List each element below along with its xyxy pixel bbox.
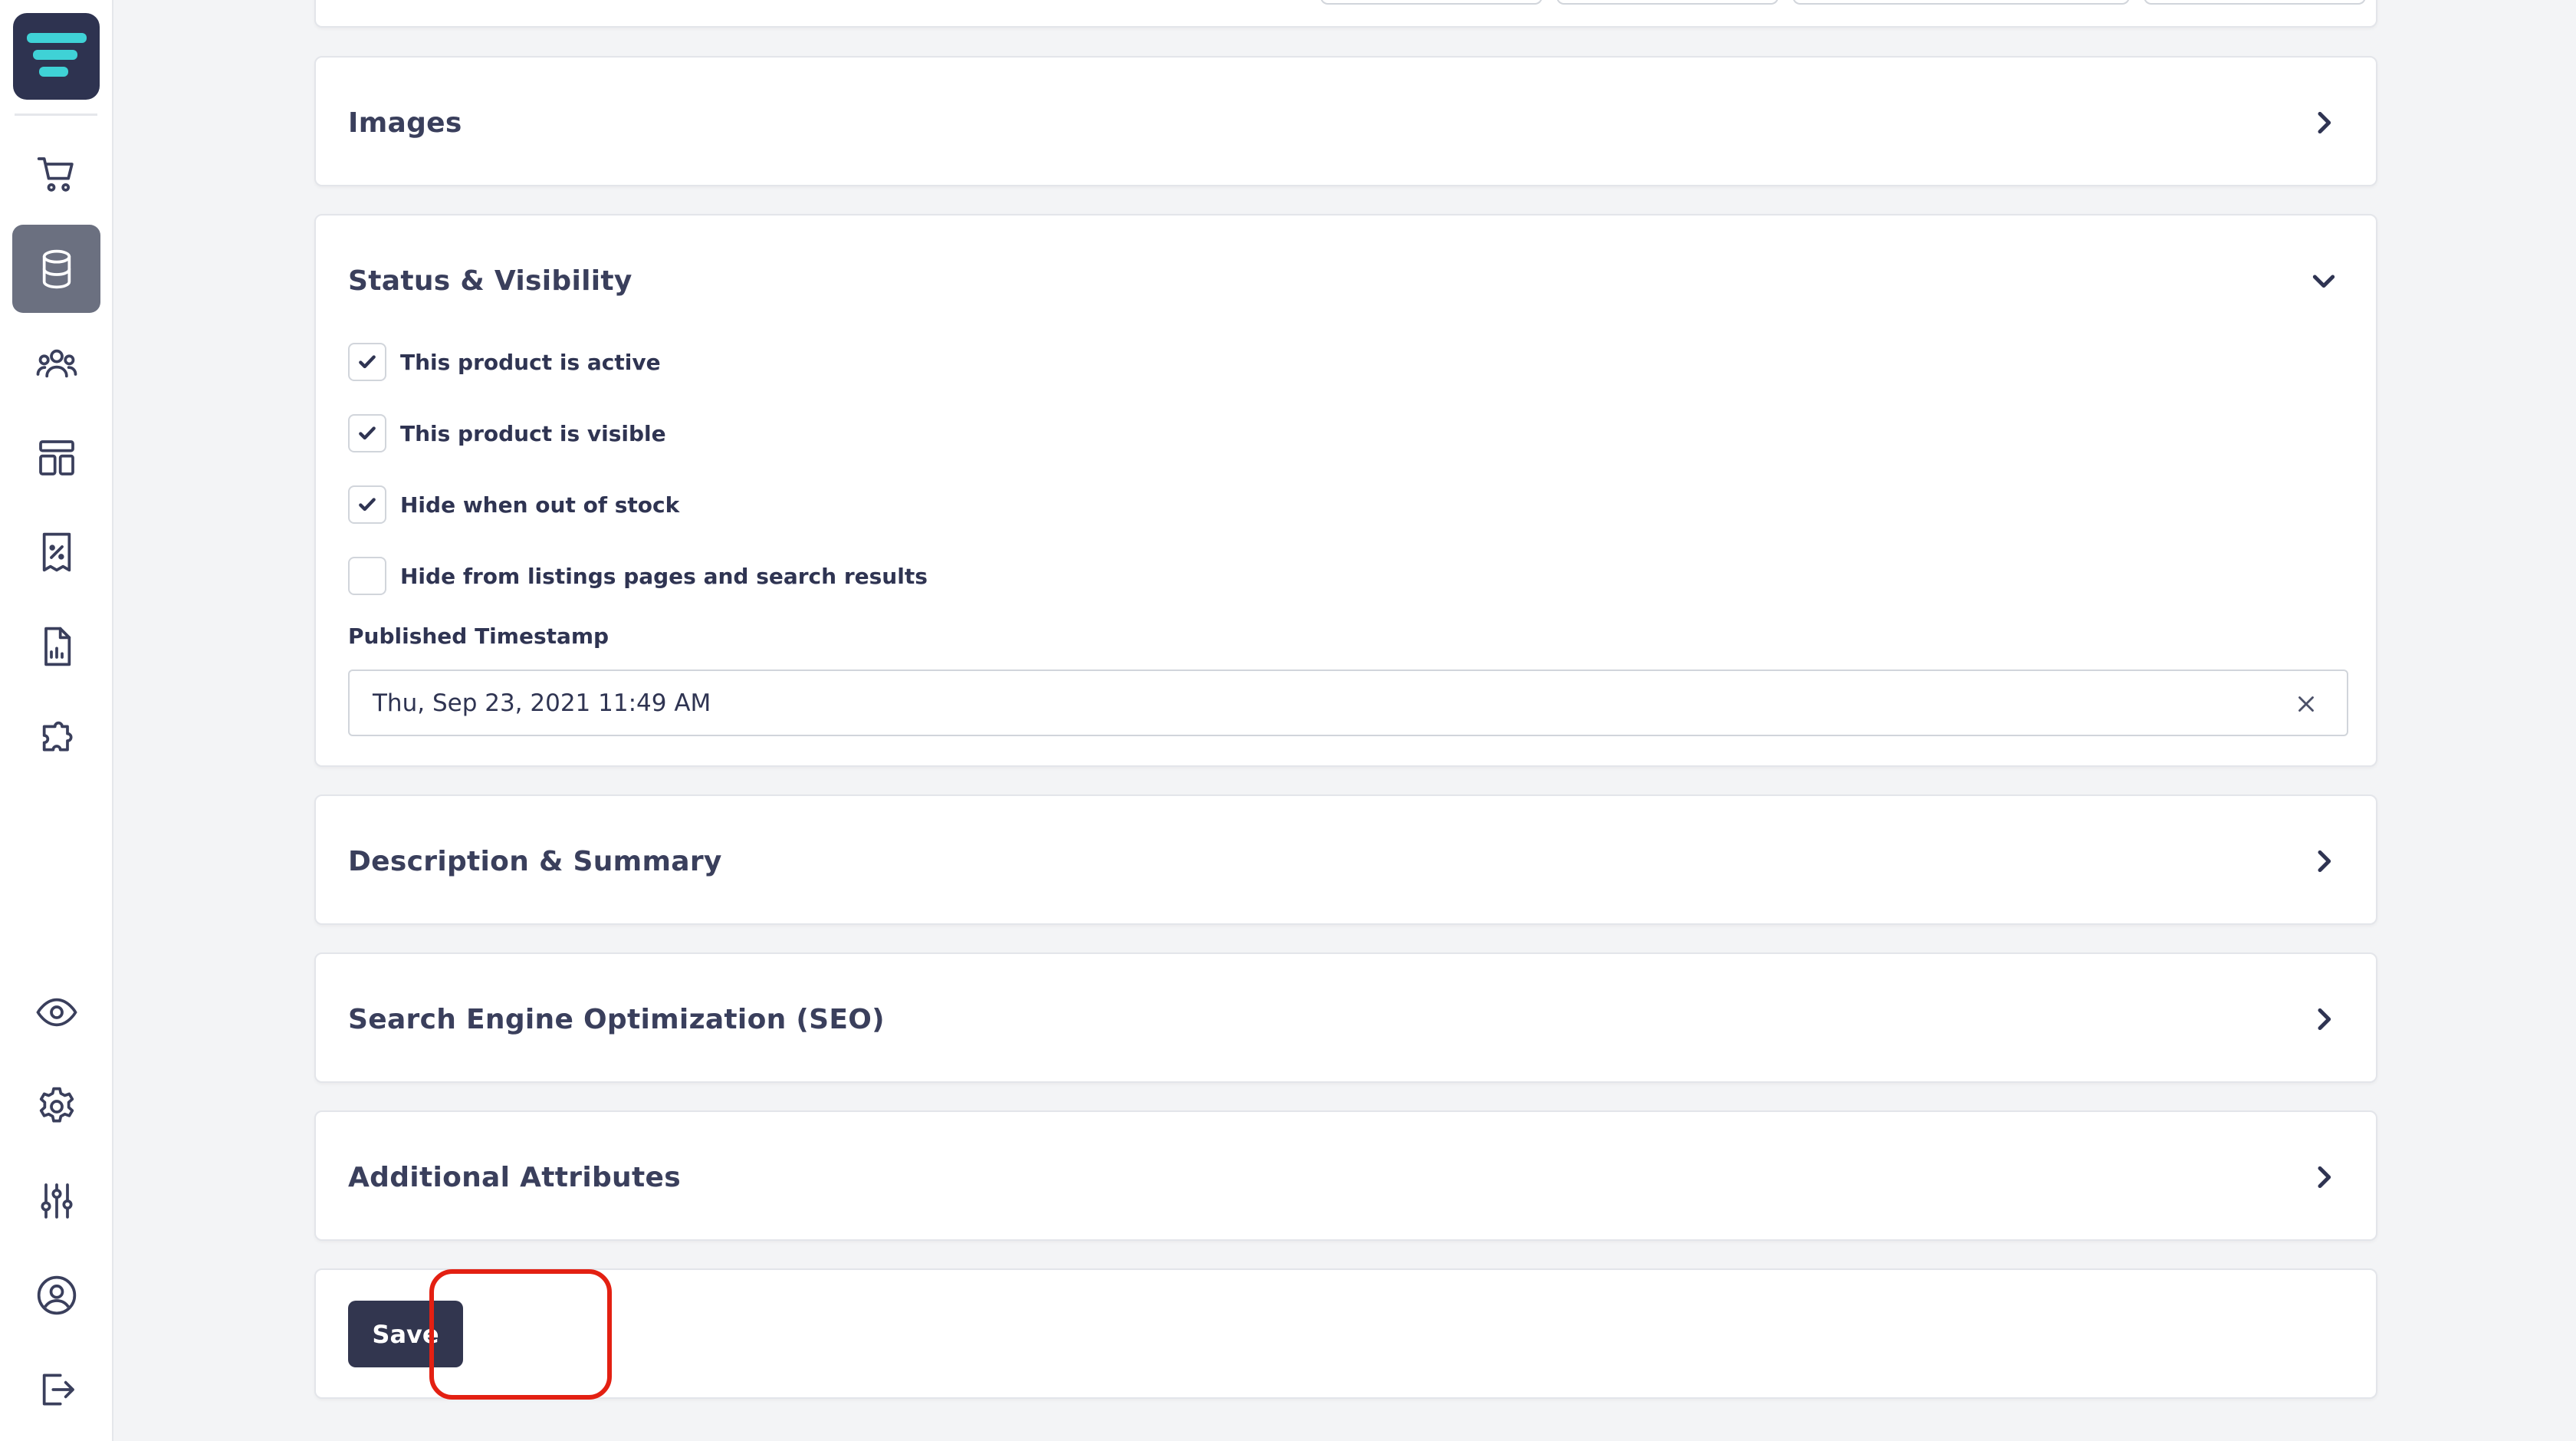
checkmark-icon	[359, 426, 376, 440]
sidebar-item-discounts[interactable]	[12, 508, 100, 596]
previous-section-field[interactable]	[1556, 0, 1779, 5]
checkmark-icon	[359, 498, 376, 512]
sidebar-item-extensions[interactable]	[12, 696, 100, 785]
eye-icon	[35, 998, 77, 1026]
previous-section-field[interactable]	[2144, 0, 2366, 5]
seo-section[interactable]: Search Engine Optimization (SEO)	[314, 952, 2377, 1083]
sliders-icon	[40, 1183, 73, 1219]
active-checkbox[interactable]	[348, 343, 386, 381]
main-content: Images Status & Visibility This product …	[113, 0, 2576, 1441]
shopping-cart-icon	[37, 156, 74, 192]
save-actions-card: Save	[314, 1268, 2377, 1399]
sidebar-item-content[interactable]	[12, 413, 100, 502]
logo-icon[interactable]	[13, 13, 100, 100]
database-icon	[42, 249, 71, 288]
seo-header[interactable]: Search Engine Optimization (SEO)	[316, 954, 2376, 1084]
section-title: Description & Summary	[348, 845, 722, 877]
section-title: Additional Attributes	[348, 1161, 681, 1193]
additional-attributes-header[interactable]: Additional Attributes	[316, 1112, 2376, 1242]
additional-attributes-section[interactable]: Additional Attributes	[314, 1110, 2377, 1241]
layout-icon	[38, 439, 74, 475]
visible-checkbox[interactable]	[348, 414, 386, 452]
images-section-header[interactable]: Images	[316, 58, 2376, 188]
chevron-right-icon[interactable]	[2308, 846, 2339, 877]
sidebar-item-customers[interactable]	[12, 319, 100, 407]
users-icon	[36, 349, 77, 377]
checkbox-label: Hide when out of stock	[400, 492, 680, 518]
gear-icon	[39, 1087, 74, 1123]
chevron-right-icon[interactable]	[2308, 1162, 2339, 1193]
chevron-right-icon[interactable]	[2308, 1004, 2339, 1035]
checkmark-icon	[359, 355, 376, 369]
sidebar-item-catalog[interactable]	[12, 225, 100, 313]
clear-icon[interactable]	[2293, 691, 2319, 717]
checkbox-row-hide-from-listings[interactable]: Hide from listings pages and search resu…	[348, 556, 928, 596]
published-timestamp-value: Thu, Sep 23, 2021 11:49 AM	[373, 689, 711, 717]
checkbox-row-hide-out-of-stock[interactable]: Hide when out of stock	[348, 485, 679, 525]
images-section[interactable]: Images	[314, 56, 2377, 186]
checkbox-row-active[interactable]: This product is active	[348, 342, 661, 382]
chevron-right-icon[interactable]	[2308, 107, 2339, 138]
user-circle-icon	[37, 1275, 76, 1314]
published-timestamp-input[interactable]: Thu, Sep 23, 2021 11:49 AM	[348, 670, 2348, 736]
section-title: Search Engine Optimization (SEO)	[348, 1003, 885, 1035]
sidebar-divider	[15, 114, 97, 116]
sidebar-item-orders[interactable]	[12, 130, 100, 219]
description-summary-section[interactable]: Description & Summary	[314, 795, 2377, 925]
previous-section-card	[314, 0, 2377, 28]
sidebar-item-preferences[interactable]	[12, 1156, 100, 1245]
description-summary-header[interactable]: Description & Summary	[316, 796, 2376, 926]
save-button-highlight	[429, 1269, 612, 1400]
logout-icon	[42, 1373, 74, 1406]
previous-section-field[interactable]	[1792, 0, 2130, 5]
published-timestamp-label: Published Timestamp	[348, 623, 610, 649]
report-chart-icon	[44, 627, 71, 666]
sidebar	[0, 0, 113, 1441]
status-visibility-section: Status & Visibility This product is acti…	[314, 214, 2377, 767]
checkbox-label: This product is active	[400, 349, 661, 375]
sidebar-item-view-store[interactable]	[12, 968, 100, 1056]
puzzle-icon	[42, 721, 72, 752]
hide-out-of-stock-checkbox[interactable]	[348, 485, 386, 524]
hide-from-listings-checkbox[interactable]	[348, 557, 386, 595]
sidebar-item-settings[interactable]	[12, 1062, 100, 1150]
checkbox-label: Hide from listings pages and search resu…	[400, 563, 928, 589]
section-title: Status & Visibility	[348, 265, 632, 297]
checkbox-label: This product is visible	[400, 420, 666, 446]
section-title: Images	[348, 107, 462, 139]
chevron-down-icon[interactable]	[2308, 265, 2339, 296]
receipt-percent-icon	[42, 532, 71, 571]
sidebar-item-logout[interactable]	[12, 1345, 100, 1433]
previous-section-field[interactable]	[1320, 0, 1543, 5]
checkbox-row-visible[interactable]: This product is visible	[348, 413, 666, 453]
status-visibility-header[interactable]: Status & Visibility	[316, 215, 2376, 346]
sidebar-item-account[interactable]	[12, 1251, 100, 1339]
sidebar-item-reports[interactable]	[12, 602, 100, 690]
